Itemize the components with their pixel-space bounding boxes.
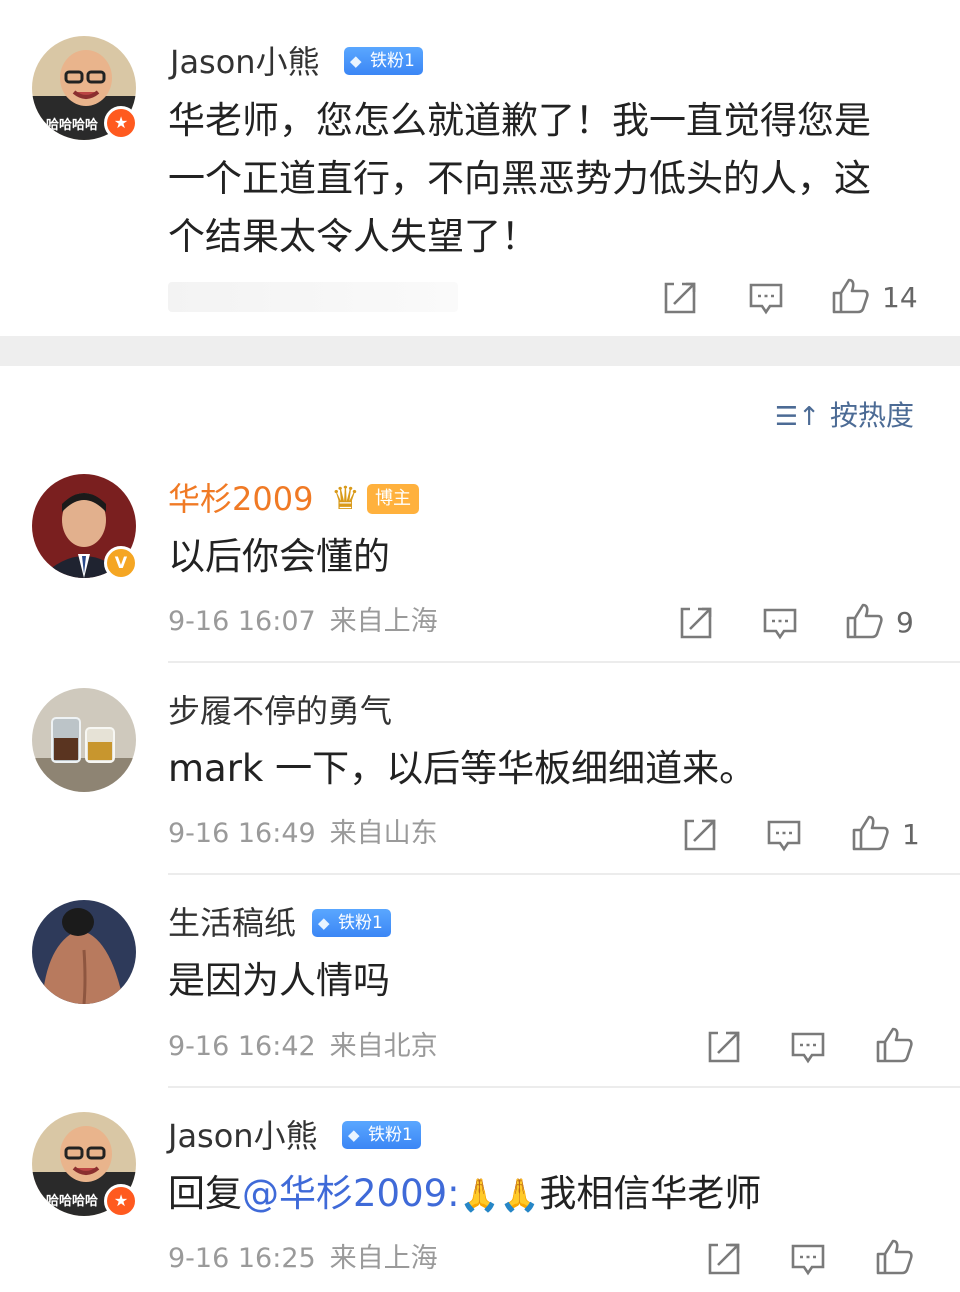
comment-time: 9-16 16:42 <box>168 1031 316 1062</box>
section-gap <box>0 336 960 366</box>
verified-badge-icon: ★ <box>104 1184 138 1218</box>
crown-icon: ♛ <box>331 479 360 517</box>
like-icon[interactable] <box>874 1237 914 1277</box>
like-count: 1 <box>902 818 920 851</box>
blurred-meta <box>168 282 458 312</box>
like-count: 9 <box>896 606 914 639</box>
comment-time: 9-16 16:49 <box>168 818 316 849</box>
divider <box>168 1086 960 1088</box>
comment-icon[interactable] <box>764 815 804 855</box>
comment-icon[interactable] <box>746 278 786 318</box>
avatar-caption: 哈哈哈哈 <box>46 118 99 133</box>
comment-location: 来自北京 <box>329 1031 438 1062</box>
comment-icon[interactable] <box>788 1027 828 1067</box>
comment-time: 9-16 16:07 <box>168 606 316 637</box>
comment-location: 来自山东 <box>329 818 438 849</box>
share-icon[interactable] <box>680 815 720 855</box>
share-icon[interactable] <box>704 1239 744 1279</box>
share-icon[interactable] <box>676 603 716 643</box>
like-icon[interactable] <box>830 276 870 316</box>
mention-link[interactable]: @华杉2009: <box>242 1172 460 1215</box>
avatar-bulu[interactable] <box>32 688 136 792</box>
verified-badge-icon: ★ <box>104 106 138 140</box>
reply-prefix: 回复 <box>168 1172 242 1215</box>
comment-text: 是因为人情吗 <box>168 959 390 1002</box>
avatar-caption: 哈哈哈哈 <box>46 1194 99 1209</box>
like-icon[interactable] <box>874 1025 914 1065</box>
like-icon[interactable] <box>850 813 890 853</box>
comment-meta: 9-16 16:25 来自上海 <box>168 1242 438 1276</box>
comment-text: 华老师，您怎么就道歉了！我一直觉得您是一个正道直行，不向黑恶势力低头的人，这个结… <box>168 99 871 258</box>
verified-v-icon: V <box>104 546 138 580</box>
username[interactable]: 步履不停的勇气 <box>168 691 392 731</box>
comment-icon[interactable] <box>788 1239 828 1279</box>
sort-label: 按热度 <box>829 399 914 432</box>
reply-text: 我相信华老师 <box>539 1172 762 1215</box>
username[interactable]: 生活稿纸 <box>168 903 296 943</box>
like-icon[interactable] <box>844 601 884 641</box>
divider <box>168 873 960 875</box>
comment-meta: 9-16 16:07 来自上海 <box>168 605 438 639</box>
comment-location: 来自上海 <box>329 606 438 637</box>
clap-icon: 🙏 <box>499 1176 540 1214</box>
author-badge: 博主 <box>367 484 419 514</box>
fan-badge: 铁粉1 <box>312 909 391 937</box>
share-icon[interactable] <box>660 278 700 318</box>
comment-meta: 9-16 16:49 来自山东 <box>168 817 438 851</box>
username[interactable]: 华杉2009 <box>168 479 313 519</box>
divider <box>168 661 960 663</box>
fan-badge: 铁粉1 <box>342 1121 421 1149</box>
avatar-shenghuo[interactable] <box>32 900 136 1004</box>
sort-icon: ☰↑ <box>774 402 820 432</box>
like-count: 14 <box>882 281 918 314</box>
sort-button[interactable]: ☰↑ 按热度 <box>775 396 914 437</box>
comment-text: 以后你会懂的 <box>168 535 390 578</box>
comment-text: 回复@华杉2009:🙏🙏我相信华老师 <box>168 1165 761 1224</box>
username[interactable]: Jason小熊 <box>170 42 320 82</box>
comment-text: mark 一下，以后等华板细细道来。 <box>168 747 757 790</box>
comment-time: 9-16 16:25 <box>168 1243 316 1274</box>
fan-badge: 铁粉1 <box>344 47 423 75</box>
clap-icon: 🙏 <box>459 1176 500 1214</box>
comment-location: 来自上海 <box>329 1243 438 1274</box>
comment-icon[interactable] <box>760 603 800 643</box>
username[interactable]: Jason小熊 <box>168 1116 318 1156</box>
comment-meta: 9-16 16:42 来自北京 <box>168 1030 438 1064</box>
share-icon[interactable] <box>704 1027 744 1067</box>
